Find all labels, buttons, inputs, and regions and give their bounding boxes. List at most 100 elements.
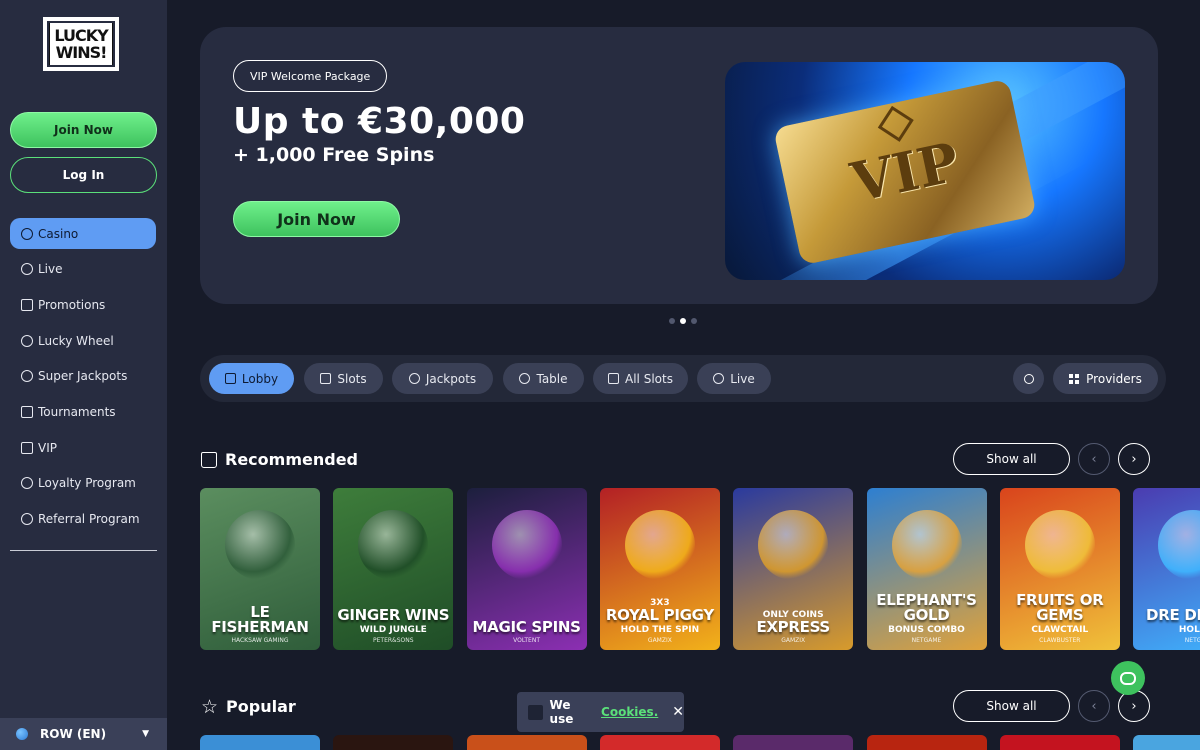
- sidebar-nav: Casino Live Promotions Lucky Wheel Super…: [10, 218, 156, 539]
- game-artwork: [1024, 510, 1095, 580]
- sidebar-item-referral-program[interactable]: Referral Program: [10, 504, 156, 535]
- thumbs-up-icon: [201, 451, 217, 468]
- chevron-right-icon: ›: [1131, 698, 1137, 714]
- tab-lobby[interactable]: Lobby: [209, 363, 294, 394]
- sidebar-login-button[interactable]: Log In: [10, 157, 157, 193]
- game-tile[interactable]: [599, 735, 720, 750]
- game-provider: NETG: [1184, 637, 1200, 644]
- recommended-show-all-button[interactable]: Show all: [953, 443, 1070, 475]
- tab-jackpots[interactable]: Jackpots: [392, 363, 493, 394]
- cookies-link[interactable]: Cookies.: [601, 705, 658, 719]
- providers-button[interactable]: Providers: [1053, 363, 1158, 394]
- popular-show-all-button[interactable]: Show all: [953, 690, 1070, 722]
- game-artwork: [758, 510, 829, 580]
- carousel-dot-active[interactable]: [680, 318, 686, 324]
- live-chat-button[interactable]: [1111, 661, 1145, 695]
- carousel-dot[interactable]: [691, 318, 697, 324]
- sidebar-item-label: Promotions: [38, 297, 106, 312]
- game-provider: NETGAME: [911, 637, 942, 644]
- game-title: LE FISHERMAN: [211, 603, 309, 636]
- game-tile[interactable]: [1133, 735, 1200, 750]
- tab-label: All Slots: [625, 371, 673, 386]
- sidebar-join-button[interactable]: Join Now: [10, 112, 157, 148]
- sidebar-item-live[interactable]: Live: [10, 254, 156, 285]
- casino-icon: [21, 227, 33, 240]
- popular-next-arrow[interactable]: ›: [1118, 690, 1150, 722]
- recommended-next-arrow[interactable]: ›: [1118, 443, 1150, 475]
- tab-label: Slots: [337, 371, 367, 386]
- loyalty-icon: [21, 477, 33, 490]
- providers-label: Providers: [1086, 371, 1142, 386]
- search-button[interactable]: [1013, 363, 1044, 394]
- chevron-left-icon: ‹: [1091, 451, 1097, 467]
- game-provider: GAMZIX: [781, 637, 806, 644]
- game-subtitle: CLAWCTAIL: [1031, 625, 1089, 635]
- table-icon: [519, 373, 531, 384]
- live-icon: [713, 373, 725, 384]
- game-tile[interactable]: ONLY COINS EXPRESS GAMZIX: [733, 488, 854, 650]
- sidebar-item-super-jackpots[interactable]: Super Jackpots: [10, 361, 156, 392]
- tab-label: Jackpots: [425, 371, 477, 386]
- sidebar-item-loyalty-program[interactable]: Loyalty Program: [10, 468, 156, 499]
- game-tile[interactable]: [733, 735, 854, 750]
- game-artwork: [491, 510, 562, 580]
- game-tile[interactable]: [333, 735, 454, 750]
- game-artwork: [225, 510, 295, 580]
- logo-frame: LUCKY WINS!: [48, 21, 114, 67]
- game-tile[interactable]: [466, 735, 587, 750]
- popular-prev-arrow[interactable]: ‹: [1078, 690, 1110, 722]
- popular-heading: ☆ Popular: [201, 697, 296, 716]
- lobby-icon: [224, 373, 236, 384]
- game-tile[interactable]: ELEPHANT'S GOLD BONUS COMBO NETGAME: [866, 488, 987, 650]
- jackpot-icon: [21, 370, 33, 383]
- game-tile[interactable]: DRE DIAMOHOLD NETG: [1133, 488, 1200, 650]
- tab-label: Table: [536, 371, 568, 386]
- category-tab-bar: Lobby Slots Jackpots Table All Slots Liv…: [200, 355, 1166, 402]
- sidebar-item-promotions[interactable]: Promotions: [10, 289, 156, 320]
- sidebar: LUCKY WINS! Join Now Log In Casino Live …: [0, 0, 167, 750]
- hero-join-button[interactable]: Join Now: [233, 201, 400, 237]
- game-tile[interactable]: [866, 735, 987, 750]
- game-artwork: [358, 510, 429, 580]
- sidebar-item-lucky-wheel[interactable]: Lucky Wheel: [10, 325, 156, 356]
- game-tile[interactable]: 3X3 ROYAL PIGGY HOLD THE SPIN GAMZIX: [599, 488, 720, 650]
- language-selector[interactable]: ROW (EN) ▼: [0, 718, 167, 750]
- grid-icon: [1069, 373, 1080, 384]
- game-provider: HACKSAW GAMING: [231, 637, 289, 644]
- game-tile[interactable]: [999, 735, 1120, 750]
- game-tile[interactable]: [200, 735, 320, 750]
- sidebar-item-label: Casino: [38, 226, 79, 241]
- tab-live[interactable]: Live: [697, 363, 771, 394]
- chevron-left-icon: ‹: [1091, 698, 1097, 714]
- recommended-prev-arrow[interactable]: ‹: [1078, 443, 1110, 475]
- tab-all-slots[interactable]: All Slots: [593, 363, 688, 394]
- tab-table[interactable]: Table: [503, 363, 584, 394]
- game-tile[interactable]: GINGER WINS WILD JUNGLE PETER&SONS: [333, 488, 454, 650]
- lucky-wins-logo[interactable]: LUCKY WINS!: [43, 17, 119, 71]
- tab-slots[interactable]: Slots: [304, 363, 383, 394]
- popular-games-row: [200, 735, 1200, 750]
- game-title: ROYAL PIGGY: [605, 606, 714, 624]
- game-tile[interactable]: FRUITS OR GEMS CLAWCTAIL CLAWBUSTER: [999, 488, 1120, 650]
- close-icon[interactable]: ✕: [672, 704, 684, 720]
- sidebar-item-casino[interactable]: Casino: [10, 218, 156, 249]
- star-icon: ☆: [201, 695, 219, 718]
- live-icon: [21, 263, 33, 276]
- sidebar-item-vip[interactable]: VIP: [10, 432, 156, 463]
- game-title: MAGIC SPINS: [472, 618, 581, 636]
- game-tile[interactable]: LE FISHERMAN HACKSAW GAMING: [200, 488, 320, 650]
- sidebar-item-label: Referral Program: [38, 512, 140, 526]
- section-title: Popular: [226, 697, 296, 716]
- vip-ticket-image[interactable]: VIP: [725, 62, 1125, 280]
- game-tile[interactable]: MAGIC SPINS VOLTENT: [466, 488, 587, 650]
- diamond-icon: [877, 105, 914, 142]
- hero-banner: VIP Welcome Package Up to €30,000 + 1,00…: [200, 27, 1158, 304]
- carousel-dot[interactable]: [669, 318, 675, 324]
- search-icon: [1023, 373, 1034, 384]
- logo-line-1: LUCKY: [54, 26, 108, 45]
- sidebar-item-label: Super Jackpots: [38, 369, 128, 384]
- jackpot-icon: [408, 373, 420, 384]
- game-provider: CLAWBUSTER: [1039, 637, 1081, 644]
- cookie-text: We use: [549, 698, 574, 726]
- sidebar-item-tournaments[interactable]: Tournaments: [10, 396, 156, 427]
